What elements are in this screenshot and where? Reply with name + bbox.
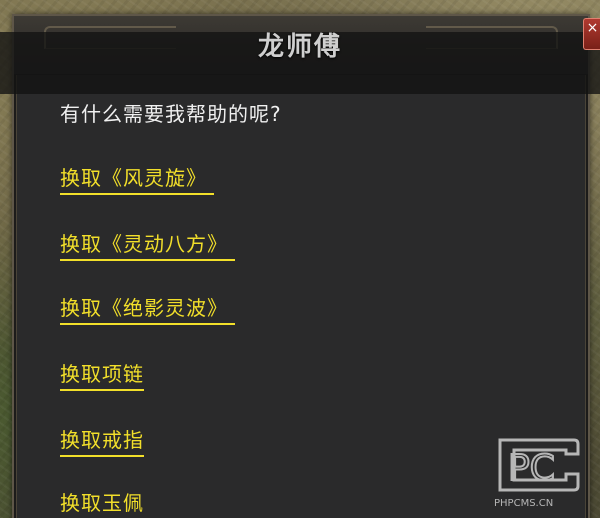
watermark-site-text: PHPCMS.CN bbox=[494, 498, 554, 509]
game-scene: 龙师傅 × 有什么需要我帮助的呢? 换取《风灵旋》 换取《灵动八方》 换取《绝影… bbox=[0, 0, 600, 518]
watermark-logo-text: PC bbox=[508, 448, 555, 489]
option-exchange-ring[interactable]: 换取戒指 bbox=[60, 424, 144, 457]
close-button[interactable]: × bbox=[583, 18, 600, 50]
close-icon: × bbox=[586, 20, 599, 36]
option-exchange-jade[interactable]: 换取玉佩 bbox=[60, 487, 144, 518]
option-exchange-fengling[interactable]: 换取《风灵旋》 bbox=[60, 162, 215, 195]
watermark-logo: PC bbox=[498, 438, 580, 492]
option-exchange-jueying[interactable]: 换取《绝影灵波》 bbox=[60, 292, 236, 325]
site-watermark: PC PHPCMS.CN bbox=[494, 436, 584, 512]
npc-greeting: 有什么需要我帮助的呢? bbox=[60, 102, 282, 126]
npc-name-title: 龙师傅 bbox=[257, 32, 342, 62]
option-exchange-lingdong[interactable]: 换取《灵动八方》 bbox=[60, 228, 236, 261]
option-exchange-necklace[interactable]: 换取项链 bbox=[60, 358, 144, 391]
